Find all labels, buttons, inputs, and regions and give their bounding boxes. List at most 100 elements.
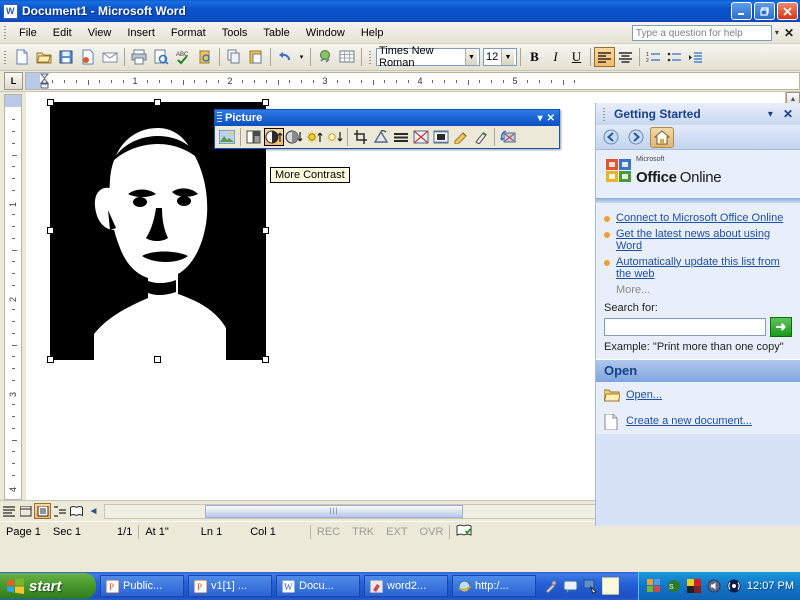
line-style-icon[interactable] bbox=[391, 128, 411, 146]
undo-dropdown-button[interactable]: ▾ bbox=[296, 46, 307, 68]
status-trk[interactable]: TRK bbox=[346, 526, 380, 538]
restore-button[interactable] bbox=[754, 2, 775, 20]
media-icon[interactable] bbox=[542, 578, 559, 595]
crop-icon[interactable] bbox=[351, 128, 371, 146]
chevron-down-icon[interactable]: ▼ bbox=[464, 49, 477, 65]
paste-button[interactable] bbox=[245, 46, 267, 68]
windows-update-icon[interactable] bbox=[647, 579, 662, 594]
outline-view-button[interactable] bbox=[51, 503, 68, 519]
horizontal-ruler[interactable]: 1 2 3 4 5 bbox=[25, 72, 800, 90]
indent-markers[interactable] bbox=[39, 73, 50, 89]
print-button[interactable] bbox=[128, 46, 150, 68]
bold-button[interactable]: B bbox=[524, 47, 545, 67]
less-brightness-icon[interactable] bbox=[324, 128, 344, 146]
align-center-button[interactable] bbox=[615, 47, 636, 67]
selection-handle-s[interactable] bbox=[154, 356, 161, 363]
chevron-down-icon[interactable]: ▾ bbox=[775, 28, 779, 37]
print-layout-view-button[interactable] bbox=[34, 503, 51, 519]
list-item[interactable]: Connect to Microsoft Office Online bbox=[604, 212, 792, 224]
volume-icon[interactable] bbox=[707, 579, 722, 594]
minimize-button[interactable] bbox=[731, 2, 752, 20]
menu-help[interactable]: Help bbox=[353, 25, 392, 41]
undo-button[interactable] bbox=[274, 46, 296, 68]
vertical-ruler[interactable]: 1 2 3 4 bbox=[4, 94, 22, 500]
selection-handle-nw[interactable] bbox=[47, 99, 54, 106]
menu-format[interactable]: Format bbox=[163, 25, 214, 41]
more-brightness-icon[interactable] bbox=[304, 128, 324, 146]
status-rec[interactable]: REC bbox=[311, 526, 346, 538]
tab-selector-button[interactable]: L bbox=[4, 72, 23, 90]
taskbar-item-document[interactable]: W Docu... bbox=[276, 575, 360, 597]
reset-picture-icon[interactable] bbox=[498, 128, 518, 146]
more-link[interactable]: More... bbox=[604, 284, 792, 296]
menu-table[interactable]: Table bbox=[255, 25, 297, 41]
underline-button[interactable]: U bbox=[566, 47, 587, 67]
status-ovr[interactable]: OVR bbox=[414, 526, 450, 538]
link-connect-office-online[interactable]: Connect to Microsoft Office Online bbox=[616, 212, 783, 224]
display-icon[interactable] bbox=[687, 579, 702, 594]
permission-button[interactable] bbox=[77, 46, 99, 68]
open-document-item[interactable]: Open... bbox=[596, 381, 800, 408]
numbering-button[interactable]: 12 bbox=[643, 47, 664, 67]
list-item[interactable]: Automatically update this list from the … bbox=[604, 256, 792, 280]
open-link[interactable]: Open... bbox=[626, 389, 662, 401]
more-contrast-icon[interactable] bbox=[264, 128, 284, 146]
selection-handle-n[interactable] bbox=[154, 99, 161, 106]
blank-window-icon[interactable] bbox=[602, 577, 619, 595]
compress-pictures-icon[interactable] bbox=[411, 128, 431, 146]
horizontal-scroll-thumb[interactable]: ||| bbox=[205, 504, 463, 518]
search-input[interactable] bbox=[604, 317, 766, 336]
menu-window[interactable]: Window bbox=[298, 25, 353, 41]
close-icon[interactable]: ✕ bbox=[782, 26, 796, 40]
close-icon[interactable]: ✕ bbox=[779, 107, 797, 121]
italic-button[interactable]: I bbox=[545, 47, 566, 67]
start-button[interactable]: start bbox=[0, 573, 96, 599]
create-new-document-link[interactable]: Create a new document... bbox=[626, 415, 752, 427]
web-layout-view-button[interactable] bbox=[17, 503, 34, 519]
menu-view[interactable]: View bbox=[80, 25, 120, 41]
status-ext[interactable]: EXT bbox=[380, 526, 413, 538]
formatting-toolbar-grip[interactable] bbox=[367, 48, 374, 66]
picture-toolbar[interactable]: Picture ▾ ✕ bbox=[214, 109, 560, 149]
close-button[interactable] bbox=[777, 2, 798, 20]
link-latest-news[interactable]: Get the latest news about using Word bbox=[616, 228, 792, 252]
menu-insert[interactable]: Insert bbox=[119, 25, 163, 41]
spelling-status-icon[interactable] bbox=[450, 524, 478, 540]
rotate-left-icon[interactable] bbox=[371, 128, 391, 146]
spelling-grammar-button[interactable]: ABC bbox=[172, 46, 194, 68]
taskbar-item-http[interactable]: http:/... bbox=[452, 575, 536, 597]
menu-edit[interactable]: Edit bbox=[45, 25, 80, 41]
search-go-button[interactable]: ➜ bbox=[770, 316, 792, 337]
task-pane-grip[interactable] bbox=[601, 105, 608, 123]
insert-table-button[interactable] bbox=[336, 46, 358, 68]
network-icon[interactable] bbox=[727, 579, 742, 594]
font-size-combo[interactable]: 12 ▼ bbox=[483, 48, 517, 66]
close-icon[interactable]: ✕ bbox=[545, 113, 557, 124]
selection-handle-sw[interactable] bbox=[47, 356, 54, 363]
chevron-down-icon[interactable]: ▾ bbox=[762, 109, 779, 120]
set-transparent-color-icon[interactable] bbox=[471, 128, 491, 146]
print-preview-button[interactable] bbox=[150, 46, 172, 68]
new-document-button[interactable] bbox=[11, 46, 33, 68]
link-auto-update-list[interactable]: Automatically update this list from the … bbox=[616, 256, 792, 280]
menu-tools[interactable]: Tools bbox=[214, 25, 256, 41]
taskbar-clock[interactable]: 12:07 PM bbox=[747, 580, 794, 592]
selection-handle-e[interactable] bbox=[262, 227, 269, 234]
research-button[interactable] bbox=[194, 46, 216, 68]
antivirus-icon[interactable]: S bbox=[667, 579, 682, 594]
show-desktop-icon[interactable] bbox=[582, 578, 599, 595]
align-left-button[interactable] bbox=[594, 47, 615, 67]
selection-handle-ne[interactable] bbox=[262, 99, 269, 106]
email-button[interactable] bbox=[99, 46, 121, 68]
list-item[interactable]: Get the latest news about using Word bbox=[604, 228, 792, 252]
picture-toolbar-titlebar[interactable]: Picture ▾ ✕ bbox=[215, 110, 559, 126]
create-new-document-item[interactable]: Create a new document... bbox=[596, 407, 800, 434]
messenger-icon[interactable] bbox=[562, 578, 579, 595]
chevron-down-icon[interactable]: ▾ bbox=[536, 113, 545, 124]
help-question-input[interactable]: Type a question for help bbox=[631, 24, 772, 41]
menu-file[interactable]: File bbox=[11, 25, 45, 41]
taskbar-item-public[interactable]: P Public... bbox=[100, 575, 184, 597]
bullets-button[interactable] bbox=[664, 47, 685, 67]
back-icon[interactable] bbox=[600, 128, 622, 147]
selection-handle-se[interactable] bbox=[262, 356, 269, 363]
